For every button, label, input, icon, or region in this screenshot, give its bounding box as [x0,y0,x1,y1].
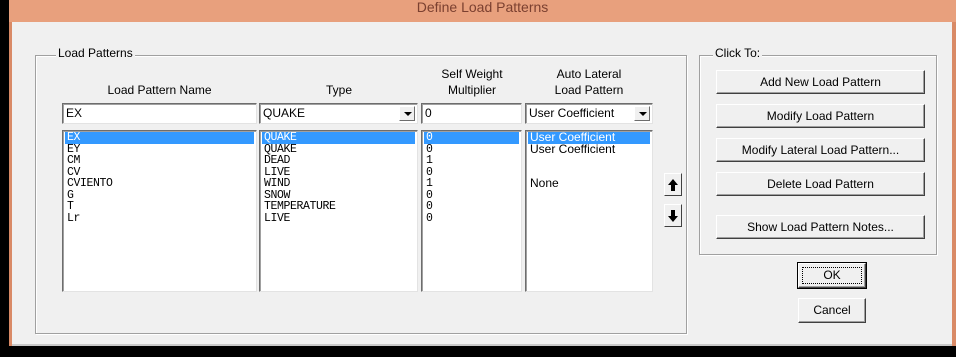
list-item[interactable]: EY [65,143,254,156]
list-item[interactable]: None [528,177,650,190]
list-item[interactable] [528,213,650,225]
ok-button[interactable]: OK [797,262,867,289]
dialog-body: Load Patterns Load Pattern Name Type Sel… [12,22,952,344]
chevron-down-icon[interactable] [399,106,415,121]
header-load-pattern-name: Load Pattern Name [107,83,212,97]
load-patterns-group-label: Load Patterns [56,46,135,61]
header-auto-lateral-2: Load Pattern [554,83,624,97]
header-self-weight-2: Multiplier [447,83,496,97]
auto-lateral-list[interactable]: User Coefficient User Coefficient None [525,130,653,292]
list-item[interactable]: 0 [424,132,519,144]
self-weight-multiplier-input[interactable]: 0 [421,103,522,124]
window-title: Define Load Patterns [416,0,549,15]
list-item[interactable]: WIND [262,178,415,190]
add-new-load-pattern-button[interactable]: Add New Load Pattern [716,70,925,94]
list-item[interactable]: 0 [424,201,519,213]
list-item[interactable]: 0 [424,212,519,225]
move-down-button[interactable] [664,204,682,227]
list-item[interactable]: EX [65,132,254,144]
list-item[interactable] [528,190,650,202]
cancel-button[interactable]: Cancel [798,298,866,323]
list-item[interactable]: 1 [424,155,519,167]
multiplier-list[interactable]: 0 0 1 0 1 0 0 0 [421,130,522,292]
list-item[interactable]: T [65,201,254,213]
bottom-edge [0,346,956,357]
name-list[interactable]: EX EY CM CV CVIENTO G T Lr [62,130,257,292]
header-auto-lateral-1: Auto Lateral [556,67,622,81]
list-item[interactable]: 0 [424,166,519,179]
list-item[interactable]: User Coefficient [528,143,650,156]
list-item[interactable]: G [65,189,254,202]
type-combo[interactable]: QUAKE [259,103,418,124]
chevron-down-icon[interactable] [634,106,650,121]
arrow-up-icon [668,179,678,191]
auto-lateral-combo-value: User Coefficient [529,106,615,120]
list-item[interactable]: QUAKE [262,132,415,144]
list-item[interactable] [528,201,650,213]
list-item[interactable]: DEAD [262,155,415,167]
header-self-weight-1: Self Weight [441,67,503,81]
auto-lateral-combo[interactable]: User Coefficient [525,103,653,124]
type-combo-value: QUAKE [263,106,306,120]
list-item[interactable]: 1 [424,178,519,190]
ok-button-label: OK [802,267,862,284]
list-item[interactable]: Lr [65,212,254,225]
arrow-down-icon [668,210,678,222]
list-item[interactable] [528,155,650,167]
header-type: Type [325,83,352,97]
click-to-group-label: Click To: [713,46,763,61]
show-load-pattern-notes-button[interactable]: Show Load Pattern Notes... [716,215,925,239]
left-edge [0,0,9,357]
delete-load-pattern-button[interactable]: Delete Load Pattern [716,172,925,196]
move-up-button[interactable] [664,173,682,196]
type-list[interactable]: QUAKE QUAKE DEAD LIVE WIND SNOW TEMPERAT… [259,130,418,292]
list-item[interactable]: CM [65,155,254,167]
modify-load-pattern-button[interactable]: Modify Load Pattern [716,104,925,128]
window-titlebar[interactable]: Define Load Patterns [9,0,956,22]
list-item[interactable]: 0 [424,189,519,202]
list-item[interactable]: LIVE [262,212,415,225]
modify-lateral-load-pattern-button[interactable]: Modify Lateral Load Pattern... [716,138,925,162]
load-pattern-name-input[interactable]: EX [62,103,257,124]
list-item[interactable]: TEMPERATURE [262,201,415,213]
list-item[interactable]: CVIENTO [65,178,254,190]
list-item[interactable]: 0 [424,143,519,156]
